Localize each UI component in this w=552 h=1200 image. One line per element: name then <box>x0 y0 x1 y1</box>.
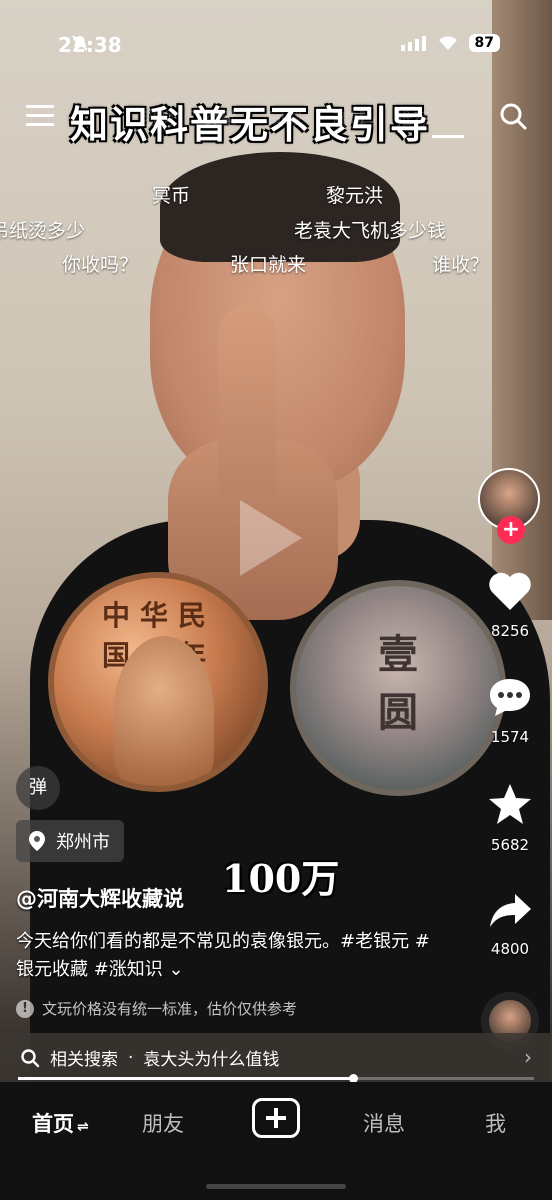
info-icon: ! <box>16 999 34 1018</box>
danmaku-item: 吊纸烫多少 <box>0 220 86 242</box>
location-pin-icon <box>29 831 45 851</box>
tab-indicator <box>432 135 464 138</box>
tab-experience[interactable]: 经验 <box>204 105 238 130</box>
danmaku-toggle-button[interactable]: 弹 <box>16 766 60 810</box>
tab-local[interactable]: 同城 <box>268 105 302 130</box>
related-search-separator: · <box>128 1047 134 1068</box>
coin-reverse-text: 壹圆 <box>378 631 418 736</box>
share-count: 4800 <box>490 940 530 958</box>
nav-home-label: 首页 <box>32 1112 74 1136</box>
signal-icon <box>400 36 426 51</box>
bottom-nav: 首页 ⇌ 朋友 消息 我 <box>0 1082 552 1200</box>
related-search-prefix: 相关搜索 <box>50 1050 118 1070</box>
nav-me[interactable]: 我 <box>485 1108 506 1138</box>
wifi-icon <box>438 36 457 50</box>
share-button[interactable]: 4800 <box>478 890 542 958</box>
danmaku-item: 张口就来 <box>230 254 307 276</box>
favorite-button[interactable]: 5682 <box>478 782 542 854</box>
coin-portrait <box>114 636 214 786</box>
price-caption: 100万 <box>222 856 340 901</box>
follow-button[interactable]: + <box>497 516 525 544</box>
coin-reverse: 壹圆 <box>290 580 506 796</box>
refresh-swap-icon: ⇌ <box>77 1119 89 1135</box>
danmaku-item: 老袁大飞机多少钱 <box>294 220 447 242</box>
expand-chevron-icon[interactable]: ⌄ <box>169 959 184 980</box>
mute-bell-icon <box>71 35 88 51</box>
progress-fill <box>18 1077 354 1080</box>
danmaku-item: 谁收？ <box>432 254 490 276</box>
home-indicator <box>206 1184 346 1189</box>
description-text: 今天给你们看的都是不常见的袁像银元。#老银元 #银元收藏 #涨知识 <box>16 931 430 980</box>
danmaku-item: 黎元洪 <box>326 185 384 207</box>
video-description: 今天给你们看的都是不常见的袁像银元。#老银元 #银元收藏 #涨知识 ⌄ <box>16 928 436 984</box>
share-icon <box>490 894 531 927</box>
tab-groupbuy[interactable]: 团购 <box>140 105 174 130</box>
author-avatar[interactable]: + <box>478 468 540 544</box>
favorite-count: 5682 <box>490 836 530 854</box>
nav-messages[interactable]: 消息 <box>363 1108 405 1138</box>
related-search-query: 袁大头为什么值钱 <box>143 1050 280 1070</box>
location-label: 郑州市 <box>56 832 110 853</box>
comment-count: 1574 <box>490 728 530 746</box>
comment-icon <box>490 679 530 716</box>
play-icon <box>240 500 302 576</box>
like-count: 8256 <box>490 622 530 640</box>
status-time: 22:38 <box>58 33 122 57</box>
action-rail: + 8256 1574 5682 4800 <box>478 468 542 1050</box>
tab-recommend[interactable]: 推荐 <box>396 105 430 130</box>
comment-button[interactable]: 1574 <box>478 676 542 746</box>
video-player[interactable]: 中华民国三年 壹圆 冥币 黎元洪 吊纸烫多少 老袁大飞机多少钱 你收吗？ 张口就… <box>0 0 552 1082</box>
heart-icon <box>489 572 531 610</box>
disclaimer-text: 文玩价格没有统一标准，估价仅供参考 <box>42 1000 298 1018</box>
coin-obverse: 中华民国三年 <box>48 572 268 792</box>
top-tabs: 团购 经验 同城 商城 推荐 <box>140 105 430 130</box>
menu-icon[interactable] <box>26 105 54 129</box>
search-icon <box>21 1048 40 1067</box>
star-icon <box>489 784 531 824</box>
top-bar: 团购 经验 同城 商城 推荐 <box>0 95 552 143</box>
nav-home[interactable]: 首页 ⇌ <box>32 1108 89 1138</box>
search-icon[interactable] <box>498 101 528 131</box>
status-icons: 87 <box>71 34 500 52</box>
presenter-finger <box>218 305 276 525</box>
tab-mall[interactable]: 商城 <box>332 105 366 130</box>
danmaku-item: 冥币 <box>152 185 191 207</box>
danmaku-item: 你收吗？ <box>62 254 139 276</box>
location-chip[interactable]: 郑州市 <box>16 820 124 862</box>
related-search-bar[interactable]: 相关搜索 · 袁大头为什么值钱 › <box>0 1033 552 1082</box>
video-progress-bar[interactable] <box>18 1074 534 1083</box>
price-disclaimer: ! 文玩价格没有统一标准，估价仅供参考 <box>16 998 297 1019</box>
nav-friends[interactable]: 朋友 <box>142 1108 184 1138</box>
create-post-button[interactable] <box>252 1098 300 1138</box>
chevron-right-icon: › <box>524 1045 532 1069</box>
author-name[interactable]: @河南大辉收藏说 <box>16 883 184 913</box>
like-button[interactable]: 8256 <box>478 570 542 640</box>
battery-level: 87 <box>468 34 500 52</box>
